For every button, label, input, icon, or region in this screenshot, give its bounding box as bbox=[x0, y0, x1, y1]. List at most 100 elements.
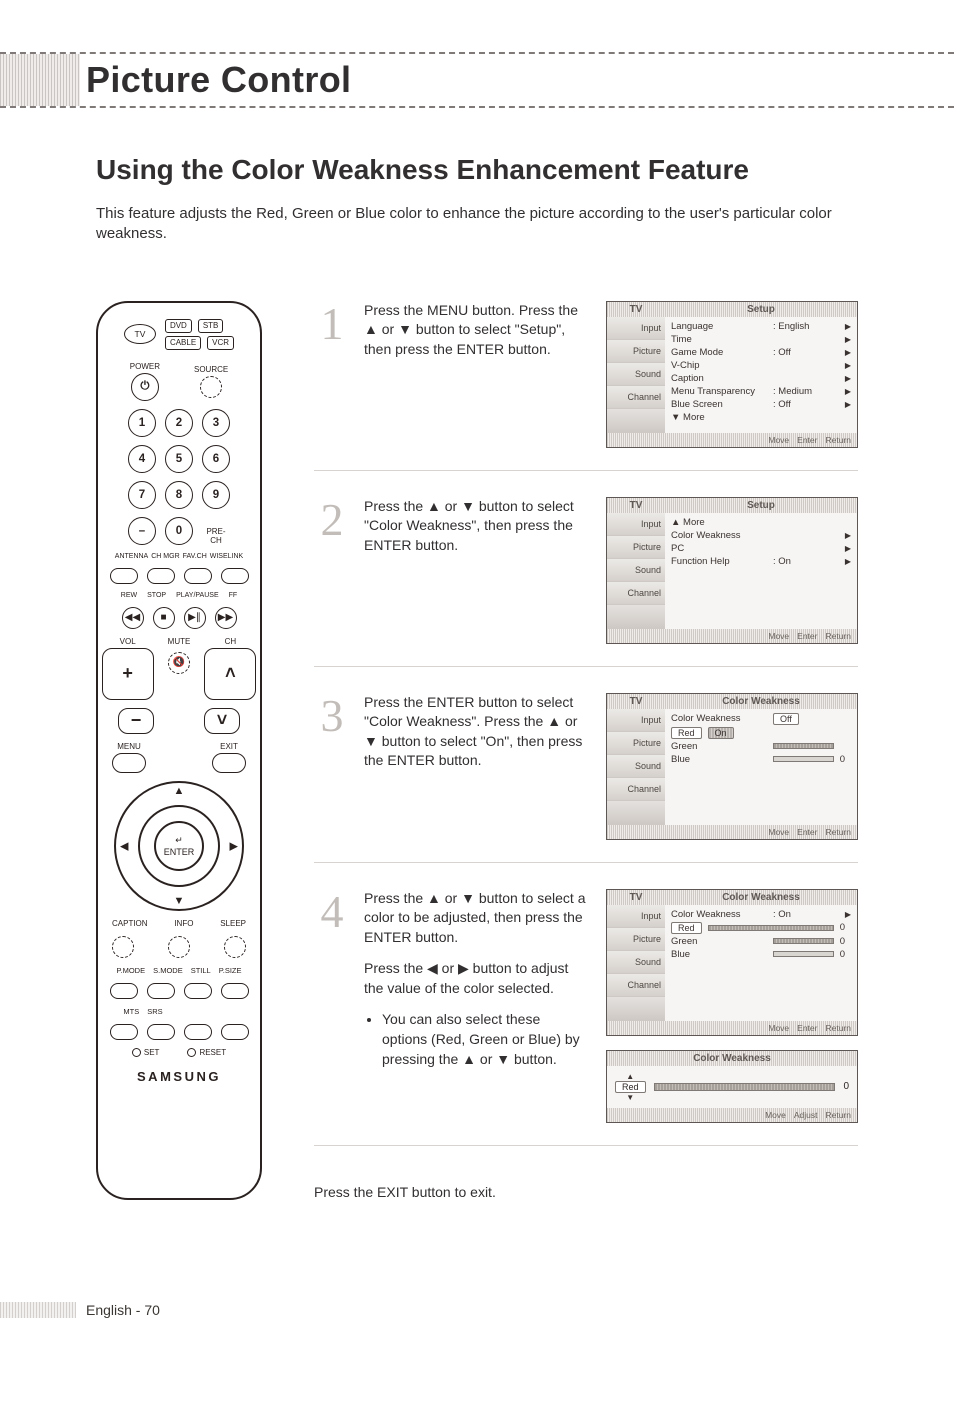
exit-line: Press the EXIT button to exit. bbox=[314, 1184, 858, 1200]
set-dot-icon[interactable] bbox=[132, 1048, 141, 1057]
header-accent bbox=[0, 54, 80, 106]
remote-src-vcr: VCR bbox=[207, 336, 234, 350]
set-label: SET bbox=[144, 1048, 160, 1057]
digit-2[interactable]: 2 bbox=[165, 409, 193, 437]
osd2-r3-k: Function Help bbox=[671, 556, 767, 567]
section-title: Picture Control bbox=[86, 59, 351, 101]
osd4b-bar bbox=[654, 1083, 836, 1091]
osd4b-color: Red bbox=[615, 1081, 646, 1093]
digit-9[interactable]: 9 bbox=[202, 481, 230, 509]
volume-rocker[interactable]: + bbox=[102, 648, 154, 700]
psize-button[interactable] bbox=[221, 983, 249, 999]
osd2-tab-blank bbox=[607, 605, 665, 629]
source-button[interactable] bbox=[200, 376, 222, 398]
osd3-c2-name: Blue bbox=[671, 754, 767, 765]
ch-label: CH bbox=[225, 637, 237, 646]
nav-down-icon[interactable]: ▼ bbox=[174, 895, 185, 907]
rew-label: REW bbox=[121, 592, 137, 599]
digit-7[interactable]: 7 bbox=[128, 481, 156, 509]
still-button[interactable] bbox=[184, 983, 212, 999]
play-button[interactable]: ▶∥ bbox=[184, 607, 206, 629]
osd1-r2-v: : Off bbox=[773, 347, 839, 358]
osd4a-corner: TV bbox=[607, 890, 665, 905]
digit-5[interactable]: 5 bbox=[165, 445, 193, 473]
channel-rocker[interactable]: ˄ bbox=[204, 648, 256, 700]
smode-button[interactable] bbox=[147, 983, 175, 999]
step-1: 1 Press the MENU button. Press the ▲ or … bbox=[314, 301, 858, 471]
osd3-f2: Return bbox=[825, 827, 851, 837]
antenna-button[interactable] bbox=[110, 568, 138, 584]
still-label: STILL bbox=[191, 966, 211, 975]
step-2: 2 Press the ▲ or ▼ button to select "Col… bbox=[314, 497, 858, 667]
dash-button[interactable]: – bbox=[128, 517, 156, 545]
osd4a-r0-v: : On bbox=[773, 909, 839, 920]
digit-6[interactable]: 6 bbox=[202, 445, 230, 473]
rew-button[interactable]: ◀◀ bbox=[122, 607, 144, 629]
osd1-content: Language: English Time Game Mode: Off V-… bbox=[665, 317, 857, 433]
osd4a-r1-k: Red bbox=[671, 922, 702, 934]
srs-button[interactable] bbox=[147, 1024, 175, 1040]
remote-src-dvd: DVD bbox=[165, 319, 192, 333]
osd1-r5-v: : Medium bbox=[773, 386, 839, 397]
menu-button[interactable] bbox=[112, 753, 146, 773]
info-button[interactable] bbox=[168, 936, 190, 958]
osd4a-f2: Return bbox=[825, 1023, 851, 1033]
nav-pad[interactable]: ▲ ▼ ◀ ▶ ↵ ENTER bbox=[114, 781, 244, 911]
osd3-sidebar: Input Picture Sound Channel bbox=[607, 709, 665, 825]
nav-left-icon[interactable]: ◀ bbox=[120, 839, 128, 852]
nav-right-icon[interactable]: ▶ bbox=[230, 839, 238, 852]
osd2-tab-sound: Sound bbox=[607, 559, 665, 582]
osd3-title: Color Weakness bbox=[665, 694, 857, 709]
power-button[interactable]: ⏻ bbox=[131, 373, 159, 401]
osd2-tab-channel: Channel bbox=[607, 582, 665, 605]
transport-row: ◀◀ ■ ▶∥ ▶▶ bbox=[108, 607, 250, 629]
osd2-r2-k: PC bbox=[671, 543, 767, 554]
digit-4[interactable]: 4 bbox=[128, 445, 156, 473]
stop-button[interactable]: ■ bbox=[153, 607, 175, 629]
channel-down[interactable]: ˅ bbox=[204, 708, 240, 734]
digit-0[interactable]: 0 bbox=[165, 517, 193, 545]
step4-p2: Press the ◀ or ▶ button to adjust the va… bbox=[364, 959, 588, 998]
osd4a-r2-bar bbox=[773, 938, 834, 944]
sleep-button[interactable] bbox=[224, 936, 246, 958]
section-header: Picture Control bbox=[0, 52, 954, 108]
psize-label: P.SIZE bbox=[219, 966, 242, 975]
osd2-content: ▲ More Color Weakness PC Function Help: … bbox=[665, 513, 857, 629]
osd3-f0: Move bbox=[768, 827, 789, 837]
caption-info-sleep bbox=[108, 936, 250, 958]
stop-label: STOP bbox=[147, 592, 166, 599]
chmgr-button[interactable] bbox=[147, 568, 175, 584]
step2-text: Press the ▲ or ▼ button to select "Color… bbox=[364, 497, 588, 644]
osd3-tab-channel: Channel bbox=[607, 778, 665, 801]
enter-button[interactable]: ↵ ENTER bbox=[154, 821, 204, 871]
pmode-button[interactable] bbox=[110, 983, 138, 999]
step4-osd-b: Color Weakness ▲ Red ▼ bbox=[606, 1050, 858, 1123]
favch-button[interactable] bbox=[184, 568, 212, 584]
mts-label: MTS bbox=[123, 1007, 139, 1016]
blank-button-1[interactable] bbox=[184, 1024, 212, 1040]
volume-down[interactable]: − bbox=[118, 708, 154, 734]
step4-osd-stack: TV Color Weakness Input Picture Sound Ch… bbox=[606, 889, 858, 1123]
osd4b-title: Color Weakness bbox=[607, 1051, 857, 1066]
osd2-corner: TV bbox=[607, 498, 665, 513]
wiselink-button[interactable] bbox=[221, 568, 249, 584]
caption-button[interactable] bbox=[112, 936, 134, 958]
osd3-opt-off: Off bbox=[773, 713, 799, 725]
reset-dot-icon[interactable] bbox=[187, 1048, 196, 1057]
exit-button[interactable] bbox=[212, 753, 246, 773]
pmode-row-lbls: P.MODE S.MODE STILL P.SIZE bbox=[108, 966, 250, 975]
osd3-content: Color Weakness Off Red On Green bbox=[665, 709, 857, 825]
osd4b-f0: Move bbox=[765, 1110, 786, 1120]
digit-1[interactable]: 1 bbox=[128, 409, 156, 437]
ff-button[interactable]: ▶▶ bbox=[215, 607, 237, 629]
osd1-r0-v: : English bbox=[773, 321, 839, 332]
osd1-r2-k: Game Mode bbox=[671, 347, 767, 358]
mts-button[interactable] bbox=[110, 1024, 138, 1040]
osd1-r1-k: Time bbox=[671, 334, 767, 345]
menu-exit-row: MENU EXIT bbox=[108, 742, 250, 773]
digit-3[interactable]: 3 bbox=[202, 409, 230, 437]
digit-8[interactable]: 8 bbox=[165, 481, 193, 509]
mute-button[interactable]: 🔇 bbox=[168, 652, 190, 674]
blank-button-2[interactable] bbox=[221, 1024, 249, 1040]
nav-up-icon[interactable]: ▲ bbox=[174, 785, 185, 797]
